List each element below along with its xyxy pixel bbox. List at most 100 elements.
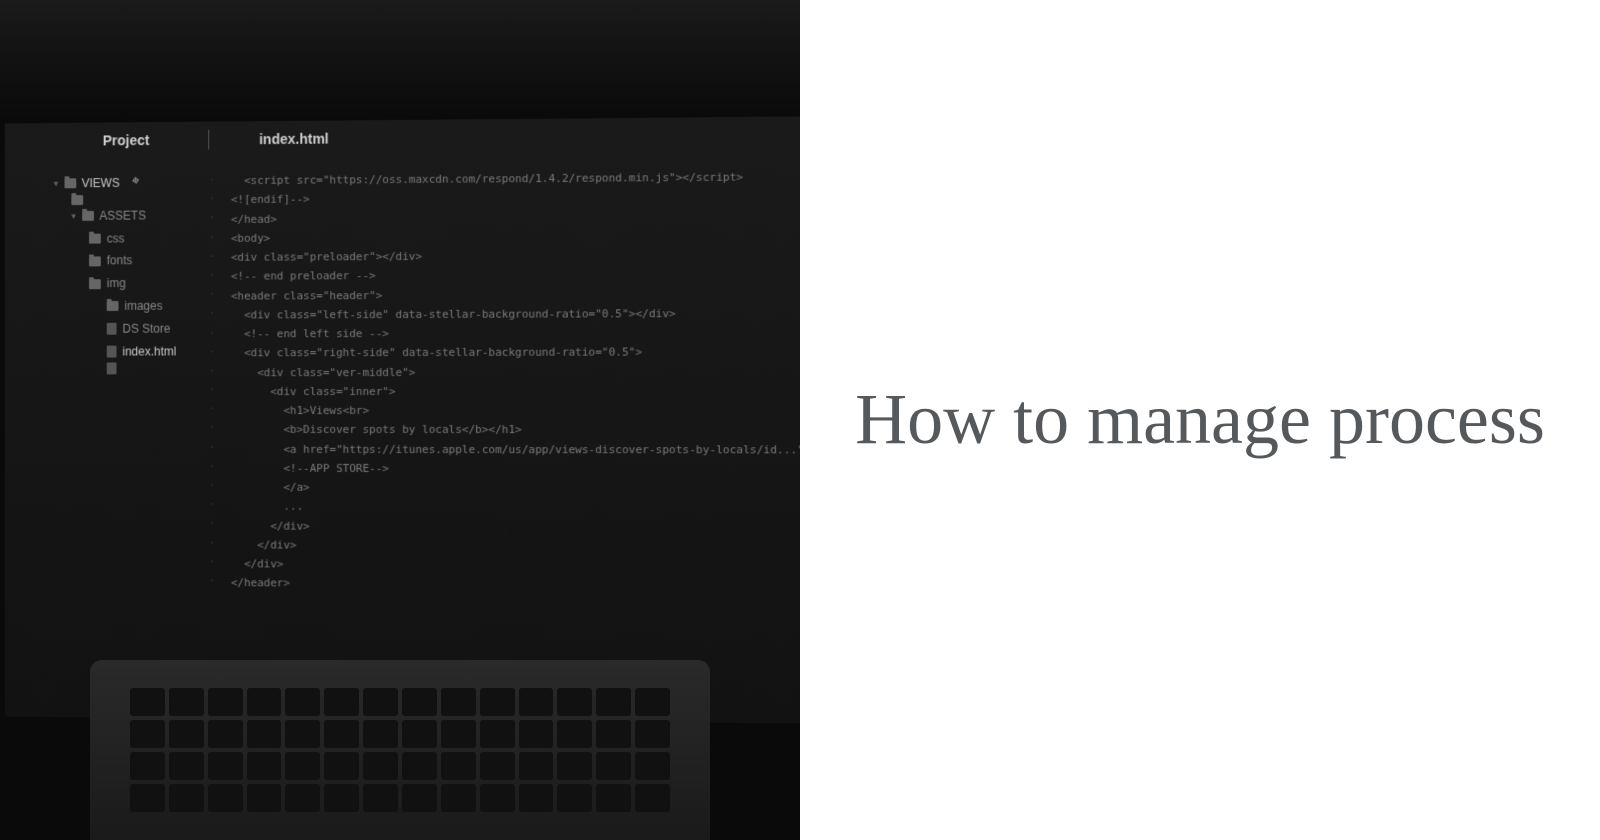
keyboard-key (324, 720, 359, 748)
keyboard-key (324, 752, 359, 780)
keyboard-key (402, 720, 437, 748)
keyboard-key (285, 784, 320, 812)
keyboard-key (363, 752, 398, 780)
keyboard-key (247, 784, 282, 812)
code-line: <div class="inner"> (231, 381, 800, 401)
keyboard-key (169, 752, 204, 780)
tree-item: ▾ASSETS (71, 204, 176, 227)
line-number: · (209, 305, 215, 324)
keyboard-key (635, 784, 670, 812)
keyboard-key (324, 688, 359, 716)
article-title: How to manage process (855, 364, 1545, 476)
tree-item-label: fonts (107, 250, 133, 273)
line-number: · (209, 515, 215, 534)
line-number: · (209, 210, 215, 229)
tree-item (71, 194, 176, 205)
folder-icon (64, 179, 76, 189)
code-line: </a> (231, 478, 800, 499)
keyboard-key (208, 688, 243, 716)
tree-item-label: img (107, 272, 126, 295)
keyboard-key (130, 752, 165, 780)
line-number: · (209, 362, 215, 381)
file-icon (107, 363, 117, 375)
tree-item: ▾VIEWS (54, 172, 177, 195)
code-line: <div class="ver-middle"> (231, 362, 800, 382)
line-number: · (209, 229, 215, 248)
keyboard-key (596, 752, 631, 780)
keyboard (130, 688, 670, 812)
editor-header: Project index.html (5, 116, 800, 163)
keyboard-key (441, 784, 476, 812)
keyboard-key (635, 720, 670, 748)
line-number: · (209, 190, 215, 209)
keyboard-key (247, 752, 282, 780)
line-number: · (209, 572, 215, 591)
keyboard-key (557, 752, 592, 780)
file-icon (107, 346, 117, 358)
tree-item-label: DS Store (122, 317, 170, 340)
tree-item: fonts (89, 250, 176, 273)
keyboard-key (208, 784, 243, 812)
code-line: <h1>Views<br> (231, 401, 800, 421)
line-number: · (209, 286, 215, 305)
line-number: · (209, 477, 215, 496)
keyboard-key (441, 688, 476, 716)
keyboard-key (557, 720, 592, 748)
title-panel: How to manage process (800, 0, 1600, 840)
keyboard-key (441, 720, 476, 748)
folder-icon (89, 234, 101, 244)
chevron-down-icon: ▾ (71, 208, 75, 225)
keyboard-key (363, 720, 398, 748)
keyboard-key (402, 688, 437, 716)
keyboard-key (285, 752, 320, 780)
folder-icon (89, 279, 101, 289)
keyboard-key (208, 752, 243, 780)
project-panel-label: Project (103, 132, 150, 148)
tree-item-label: css (107, 227, 125, 250)
code-line: </div> (231, 516, 800, 537)
line-number: · (209, 419, 215, 438)
code-line: <script src="https://oss.maxcdn.com/resp… (231, 166, 800, 190)
line-number: · (209, 400, 215, 419)
code-editor-photo: Project index.html ⌖ ▾VIEWS▾ASSETScssfon… (0, 0, 800, 840)
monitor-bezel (0, 0, 800, 120)
keyboard-key (285, 688, 320, 716)
tree-item: index.html (107, 340, 177, 363)
code-line: <!-- end left side --> (231, 323, 800, 344)
keyboard-key (363, 688, 398, 716)
line-number: · (209, 248, 215, 267)
code-line: <div class="right-side" data-stellar-bac… (231, 342, 800, 363)
line-number: · (209, 534, 215, 553)
code-line: <a href="https://itunes.apple.com/us/app… (231, 439, 800, 459)
keyboard-key (596, 720, 631, 748)
keyboard-key (247, 688, 282, 716)
tree-item: DS Store (107, 317, 177, 340)
tree-item (107, 363, 177, 375)
file-icon (107, 323, 117, 335)
keyboard-key (324, 784, 359, 812)
code-line: <div class="left-side" data-stellar-back… (231, 303, 800, 324)
line-number: · (209, 458, 215, 477)
editor-screen: Project index.html ⌖ ▾VIEWS▾ASSETScssfon… (5, 116, 800, 723)
keyboard-key (480, 752, 515, 780)
keyboard-key (169, 688, 204, 716)
line-number: · (209, 496, 215, 515)
keyboard-key (130, 688, 165, 716)
code-line: </header> (231, 573, 800, 595)
line-number: · (209, 381, 215, 400)
tree-item-label: images (124, 295, 162, 318)
keyboard-key (519, 784, 554, 812)
keyboard-key (635, 752, 670, 780)
keyboard-key (363, 784, 398, 812)
code-line: ... (231, 497, 800, 518)
file-tree: ▾VIEWS ▾ASSETScssfontsimgimagesDS Storein… (54, 172, 177, 375)
folder-icon (89, 256, 101, 266)
code-line: <!--APP STORE--> (231, 459, 800, 479)
tree-item: images (107, 295, 177, 318)
folder-icon (71, 195, 83, 205)
chevron-down-icon: ▾ (54, 175, 58, 192)
tree-item: img (89, 272, 176, 295)
line-number: · (209, 324, 215, 343)
code-line: <div class="preloader"></div> (231, 245, 800, 267)
code-line: <!-- end preloader --> (231, 264, 800, 286)
